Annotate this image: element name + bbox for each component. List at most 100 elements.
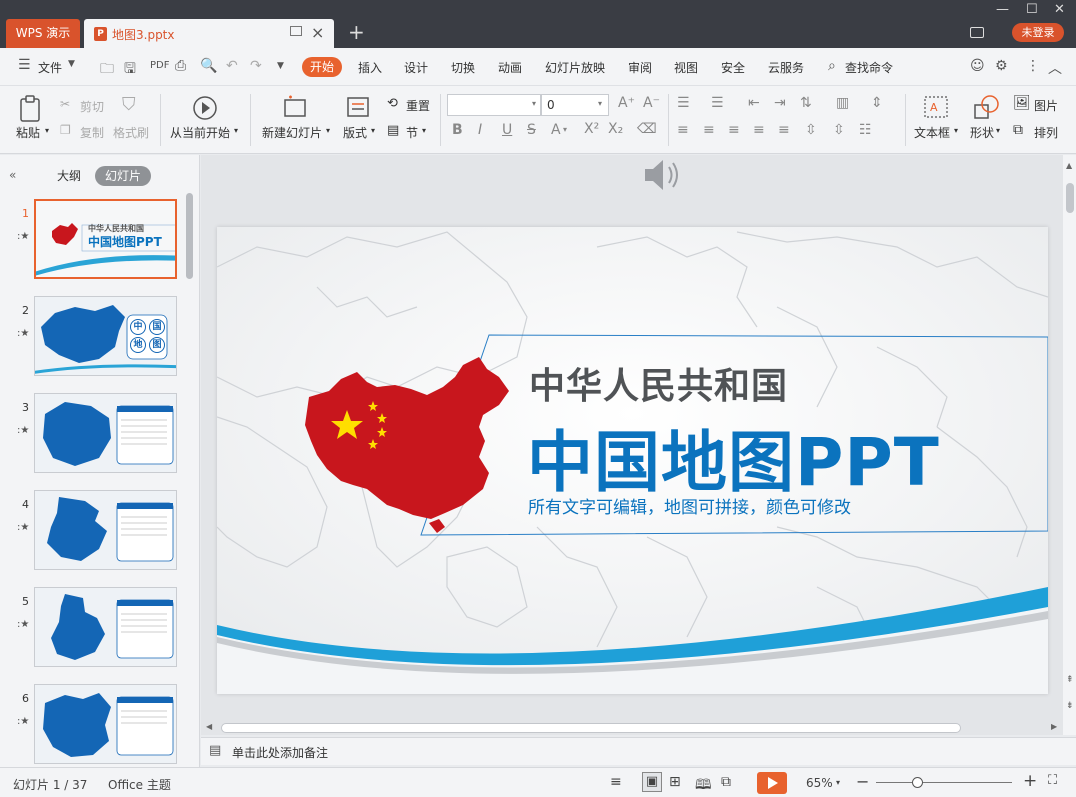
horizontal-scrollbar[interactable]: ◀ ▶ [201, 720, 1063, 735]
search-icon[interactable]: ⌕ [828, 58, 836, 74]
collapse-panel-icon[interactable]: « [9, 168, 16, 182]
menu-insert[interactable]: 插入 [358, 59, 382, 76]
align-right-icon[interactable]: ≡ [728, 122, 740, 138]
shape-icon[interactable] [973, 94, 1001, 120]
format-painter-button[interactable]: 格式刷 [113, 124, 149, 141]
zoom-slider-track[interactable] [876, 782, 1012, 783]
slide-thumbnail-4[interactable] [34, 490, 177, 570]
undo-icon[interactable]: ↶ [226, 58, 238, 74]
align-center-icon[interactable]: ≡ [703, 122, 715, 138]
font-size-dropdown-icon[interactable]: ▾ [598, 99, 602, 108]
from-current-dropdown-icon[interactable]: ▾ [234, 126, 238, 135]
slide-thumbnail-3[interactable] [34, 393, 177, 473]
slide-thumbnail-1[interactable]: 中华人民共和国 中国地图PPT [34, 199, 177, 279]
zoom-dropdown-icon[interactable]: ▾ [836, 778, 840, 787]
slide-thumbnail-6[interactable] [34, 684, 177, 764]
print-preview-icon[interactable]: 🔍 [200, 58, 217, 74]
distributed-icon[interactable]: ≡ [778, 122, 790, 138]
comment-icon[interactable]: ☺ [970, 58, 985, 74]
print-icon[interactable]: ⎙ [175, 58, 186, 74]
increase-indent-icon[interactable]: ⇥ [774, 95, 786, 111]
subscript-icon[interactable]: X₂ [608, 121, 623, 137]
slide-title-main[interactable]: 中国地图PPT [527, 409, 940, 505]
italic-icon[interactable]: I [478, 122, 482, 138]
underline-icon[interactable]: U [502, 122, 512, 138]
normal-view-icon[interactable]: ▣ [642, 772, 662, 792]
numbered-list-icon[interactable]: ☰ [711, 95, 724, 111]
copy-icon[interactable]: ❐ [60, 123, 71, 137]
menu-file[interactable]: 文件 [38, 59, 62, 76]
export-pdf-icon[interactable]: PDF [150, 60, 169, 71]
cut-icon[interactable]: ✂ [60, 97, 70, 111]
slide-sorter-icon[interactable]: ⊞ [669, 774, 681, 790]
scroll-up-icon[interactable]: ▲ [1066, 161, 1072, 170]
quick-access-more-icon[interactable]: ▼ [277, 61, 284, 71]
zoom-slider-knob[interactable] [912, 777, 923, 788]
menu-slideshow[interactable]: 幻灯片放映 [545, 59, 605, 76]
fit-window-icon[interactable]: ⛶ [1048, 773, 1057, 788]
slide-thumbnail-2[interactable]: 中 国 地 图 [34, 296, 177, 376]
section-icon[interactable]: ▤ [387, 123, 399, 138]
paragraph-spacing-icon[interactable]: ⇳ [833, 122, 845, 138]
increase-font-icon[interactable]: A⁺ [618, 95, 635, 111]
new-tab-button[interactable]: + [348, 20, 365, 44]
vertical-scrollbar[interactable]: ▲ ⇞ ⇟ [1063, 155, 1076, 735]
zoom-in-icon[interactable]: + [1023, 771, 1037, 791]
menu-security[interactable]: 安全 [721, 59, 745, 76]
textbox-dropdown-icon[interactable]: ▾ [954, 126, 958, 135]
arrange-icon[interactable]: ⧉ [1013, 122, 1023, 138]
zoom-out-icon[interactable]: − [856, 772, 869, 791]
textbox-button[interactable]: 文本框 [914, 124, 950, 141]
format-painter-icon[interactable]: ⛉ [122, 94, 136, 115]
notes-placeholder[interactable]: 单击此处添加备注 [232, 744, 328, 761]
horizontal-scroll-thumb[interactable] [221, 723, 961, 733]
new-slide-icon[interactable] [283, 95, 307, 119]
textbox-icon[interactable]: A [924, 96, 948, 118]
picture-button[interactable]: 图片 [1034, 97, 1058, 114]
minimize-icon[interactable]: — [996, 2, 1009, 17]
sidebar-toggle-icon[interactable] [970, 27, 984, 38]
reading-view-icon[interactable]: 🕮 [695, 774, 712, 797]
layout-dropdown-icon[interactable]: ▾ [371, 126, 375, 135]
document-tab[interactable]: P 地图3.pptx × [84, 19, 334, 48]
bullet-list-icon[interactable]: ☰ [677, 95, 690, 111]
close-tab-icon[interactable]: × [311, 23, 324, 42]
layout-button[interactable]: 版式 [343, 124, 367, 141]
align-left-icon[interactable]: ≡ [677, 122, 689, 138]
arrange-button[interactable]: 排列 [1034, 124, 1058, 141]
text-box-align-icon[interactable]: ☷ [859, 122, 872, 138]
line-spacing-icon[interactable]: ⇳ [805, 122, 817, 138]
notes-toggle-icon[interactable]: ≡ [610, 774, 622, 790]
redo-icon[interactable]: ↷ [250, 58, 262, 74]
reset-icon[interactable]: ⟲ [387, 96, 398, 111]
new-slide-button[interactable]: 新建幻灯片 [262, 124, 322, 141]
app-tab[interactable]: WPS 演示 [6, 19, 80, 48]
font-color-dropdown-icon[interactable]: ▾ [563, 125, 567, 134]
menu-animation[interactable]: 动画 [498, 59, 522, 76]
text-direction-icon[interactable]: ⇅ [800, 95, 812, 111]
search-commands[interactable]: 查找命令 [845, 59, 893, 76]
paste-button[interactable]: 粘贴 [16, 124, 40, 141]
scroll-top-icon[interactable]: ⇞ [1066, 675, 1074, 685]
speaker-icon[interactable] [641, 155, 685, 195]
section-button[interactable]: 节 [406, 124, 418, 141]
panel-scrollbar[interactable] [186, 193, 193, 279]
menu-transition[interactable]: 切换 [451, 59, 475, 76]
scroll-right-icon[interactable]: ▶ [1051, 722, 1057, 731]
scroll-left-icon[interactable]: ◀ [206, 722, 212, 731]
maximize-icon[interactable]: ☐ [1026, 2, 1038, 17]
slide-subtitle[interactable]: 所有文字可编辑，地图可拼接，颜色可修改 [528, 493, 851, 518]
save-icon[interactable]: 🖫 [124, 58, 136, 82]
close-window-icon[interactable]: ✕ [1054, 2, 1065, 17]
font-family-dropdown-icon[interactable]: ▾ [532, 99, 536, 108]
font-color-icon[interactable]: A [551, 122, 561, 138]
align-text-icon[interactable]: ⇕ [871, 95, 883, 111]
strikethrough-icon[interactable]: S [527, 122, 536, 138]
gear-icon[interactable]: ⚙ [995, 58, 1008, 74]
collapse-ribbon-icon[interactable]: ︿ [1048, 58, 1062, 78]
copy-button[interactable]: 复制 [80, 124, 104, 141]
slide-thumbnail-5[interactable] [34, 587, 177, 667]
play-from-current-icon[interactable] [192, 95, 218, 121]
menu-view[interactable]: 视图 [674, 59, 698, 76]
layout-icon[interactable] [347, 97, 369, 117]
